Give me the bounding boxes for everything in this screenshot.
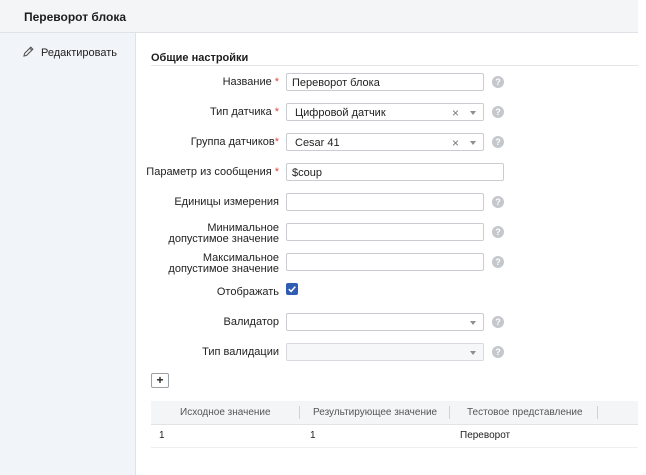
sensor-type-label: Тип датчика * [209,106,279,118]
help-icon[interactable]: ? [492,226,504,238]
help-icon[interactable]: ? [492,256,504,268]
max-value-field[interactable] [286,253,484,271]
chevron-down-icon[interactable] [470,321,476,325]
message-param-value: $coup [292,167,322,179]
sidebar: Редактировать [0,33,136,475]
validator-label: Валидатор [223,316,279,328]
name-field[interactable]: Переворот блока [286,73,484,91]
help-icon[interactable]: ? [492,136,504,148]
required-mark: * [274,166,279,178]
help-icon[interactable]: ? [492,106,504,118]
required-mark: * [274,106,279,118]
table-header: Исходное значение Результирующее значени… [151,401,638,425]
name-label: Название * [222,76,279,88]
name-value: Переворот блока [292,77,380,89]
required-mark: * [274,136,279,148]
column-separator [299,406,300,419]
display-checkbox[interactable] [286,283,298,295]
validation-type-select [286,343,484,361]
min-value-field[interactable] [286,223,484,241]
column-header-result[interactable]: Результирующее значение [313,407,437,418]
clear-icon[interactable]: × [452,136,459,150]
validation-type-label: Тип валидации [202,346,279,358]
column-header-source[interactable]: Исходное значение [180,407,271,418]
help-icon[interactable]: ? [492,346,504,358]
check-icon [288,286,296,293]
help-icon[interactable]: ? [492,196,504,208]
chevron-down-icon[interactable] [470,111,476,115]
display-label: Отображать [216,286,279,298]
edit-label: Редактировать [41,47,117,59]
max-value-label: Максимальное допустимое значение [168,252,279,275]
help-icon[interactable]: ? [492,316,504,328]
cell-source: 1 [159,430,165,441]
main-panel: Общие настройки Название * Переворот блок… [136,33,638,475]
section-divider [151,65,638,66]
cell-test: Переворот [460,430,511,441]
sensor-group-value: Cesar 41 [295,137,340,149]
chevron-down-icon [470,351,476,355]
title-bar: Переворот блока [0,0,638,33]
sensor-group-select[interactable]: Cesar 41 × [286,133,484,151]
window-edge [638,0,646,475]
sensor-group-label: Группа датчиков* [190,136,279,148]
column-header-test[interactable]: Тестовое представление [467,407,583,418]
message-param-label: Параметр из сообщения * [146,166,279,178]
help-icon[interactable]: ? [492,76,504,88]
pencil-icon [22,45,35,61]
sensor-type-select[interactable]: Цифровой датчик × [286,103,484,121]
chevron-down-icon[interactable] [470,141,476,145]
sensor-type-value: Цифровой датчик [295,107,386,119]
cell-result: 1 [310,430,316,441]
column-separator [449,406,450,419]
units-field[interactable] [286,193,484,211]
min-value-label: Минимальное допустимое значение [168,222,279,245]
window-title: Переворот блока [24,10,127,24]
section-title: Общие настройки [151,52,249,64]
clear-icon[interactable]: × [452,106,459,120]
row-divider [151,447,638,448]
validator-select[interactable] [286,313,484,331]
add-row-button[interactable]: + [151,373,169,388]
units-label: Единицы измерения [174,196,279,208]
message-param-field[interactable]: $coup [286,163,504,181]
column-separator [597,406,598,419]
required-mark: * [274,76,279,88]
edit-link[interactable]: Редактировать [22,45,117,61]
